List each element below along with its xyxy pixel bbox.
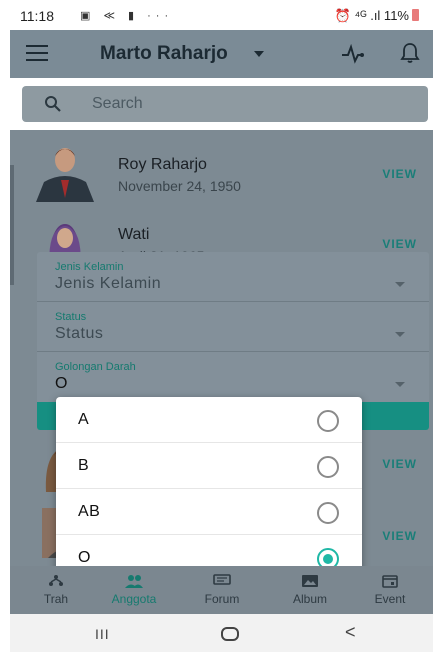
view-button[interactable]: VIEW (382, 529, 417, 543)
nav-label: Album (292, 592, 327, 606)
app-screen: 11:18 ▣ ≪ ▮ ··· ⏰ ⁴ᴳ .ıl 11% Marto Rahar… (10, 0, 433, 652)
member-name: Wati (118, 226, 150, 243)
app-bar: Marto Raharjo (10, 30, 433, 78)
option-label: B (78, 457, 90, 474)
option-a[interactable]: A (56, 397, 362, 443)
view-button[interactable]: VIEW (382, 167, 417, 181)
radio-button[interactable] (317, 410, 339, 432)
member-name: Roy Raharjo (118, 156, 207, 173)
status-time: 11:18 (20, 8, 54, 24)
dropdown-arrow-icon (395, 382, 405, 387)
status-right-text: ⏰ ⁴ᴳ .ıl 11% (334, 8, 409, 23)
home-button[interactable] (221, 627, 239, 641)
search-bar[interactable]: Search (22, 86, 428, 122)
nav-forum[interactable]: Forum (182, 574, 262, 608)
dropdown-arrow-icon (395, 332, 405, 337)
option-label: A (78, 411, 90, 428)
jenis-kelamin-value: Jenis Kelamin (55, 275, 162, 292)
jenis-kelamin-label: Jenis Kelamin (55, 261, 124, 273)
nav-label: Trah (43, 592, 69, 606)
view-button[interactable]: VIEW (382, 457, 417, 471)
nav-label: Anggota (111, 592, 157, 606)
list-item[interactable]: Roy Raharjo November 24, 1950 VIEW (10, 140, 433, 202)
notification-icons: ▣ ≪ ▮ ··· (80, 10, 174, 22)
view-button[interactable]: VIEW (382, 237, 417, 251)
avatar (36, 148, 94, 202)
nav-label: Event (374, 592, 406, 606)
battery-icon (412, 9, 419, 21)
nav-anggota[interactable]: Anggota (94, 574, 174, 608)
nav-album[interactable]: Album (270, 574, 350, 608)
status-bar: 11:18 ▣ ≪ ▮ ··· ⏰ ⁴ᴳ .ıl 11% (10, 0, 433, 30)
member-date: November 24, 1950 (118, 178, 241, 194)
blood-type-dialog: A B AB O (56, 397, 362, 583)
pulse-icon[interactable] (341, 44, 365, 64)
golongan-darah-select[interactable]: Golongan Darah O (37, 352, 429, 402)
radio-button[interactable] (317, 502, 339, 524)
bell-icon[interactable] (400, 42, 420, 64)
forum-icon (213, 574, 231, 585)
family-selector[interactable]: Marto Raharjo (100, 43, 228, 65)
calendar-icon (382, 575, 398, 588)
tree-icon (49, 575, 63, 586)
bottom-nav: Trah Anggota Forum Album Event (10, 566, 433, 614)
nav-event[interactable]: Event (350, 574, 430, 608)
album-icon (302, 575, 318, 587)
caret-down-icon[interactable] (254, 51, 264, 57)
status-select[interactable]: Status Status (37, 302, 429, 352)
jenis-kelamin-select[interactable]: Jenis Kelamin Jenis Kelamin (37, 252, 429, 302)
golongan-darah-value: O (55, 375, 68, 392)
golongan-darah-label: Golongan Darah (55, 361, 136, 373)
option-ab[interactable]: AB (56, 489, 362, 535)
system-nav-bar: III < (10, 614, 433, 652)
option-label: AB (78, 503, 101, 520)
back-button[interactable]: < (345, 622, 356, 643)
search-input[interactable]: Search (92, 95, 143, 113)
dropdown-arrow-icon (395, 282, 405, 287)
radio-button[interactable] (317, 456, 339, 478)
status-label: Status (55, 311, 87, 323)
menu-icon[interactable] (26, 45, 48, 63)
status-right: ⏰ ⁴ᴳ .ıl 11% (335, 8, 419, 24)
recents-button[interactable]: III (95, 626, 110, 642)
search-icon (45, 96, 61, 112)
nav-trah[interactable]: Trah (16, 574, 96, 608)
option-label: O (78, 549, 91, 566)
nav-label: Forum (204, 592, 240, 606)
people-icon (125, 575, 143, 588)
status-value: Status (55, 325, 104, 342)
scroll-indicator (10, 165, 14, 285)
option-b[interactable]: B (56, 443, 362, 489)
